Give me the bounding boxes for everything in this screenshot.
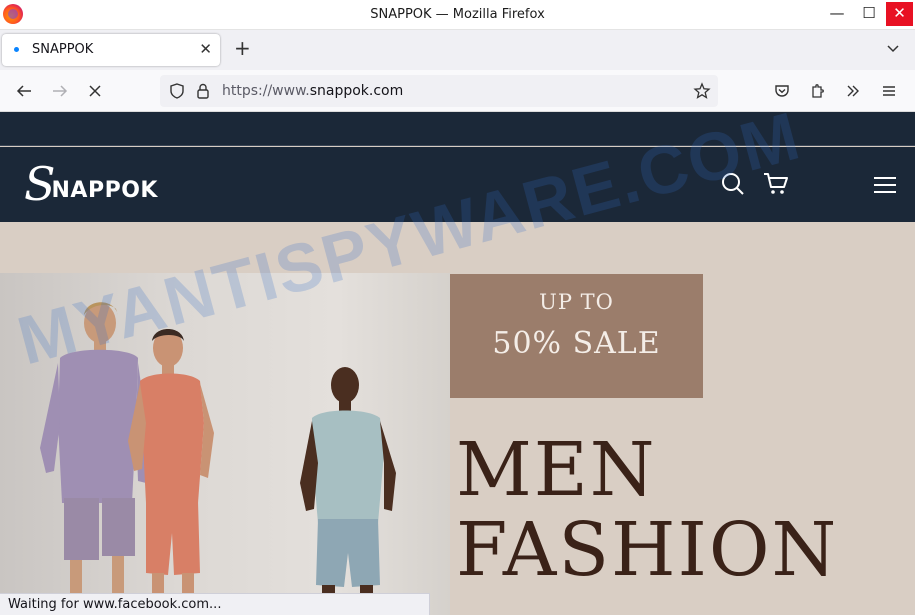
cart-icon[interactable] [762,171,790,197]
loading-indicator-icon [14,47,19,52]
sale-line-1: UP TO [539,290,614,314]
site-header: SNAPPOK [0,147,915,222]
navigation-toolbar: https://www.snappok.com [0,70,915,112]
hero-heading-line-1: MEN [456,427,657,513]
url-domain: snappok.com [309,83,404,99]
app-menu-button[interactable] [878,80,900,102]
new-tab-button[interactable]: + [234,37,251,59]
logo-wordmark: NAPPOK [51,178,158,203]
maximize-button[interactable]: ☐ [854,0,884,28]
chevrons-right-icon [847,85,859,97]
hero-photo[interactable] [0,273,450,615]
sale-promo-box[interactable]: UP TO 50% SALE [450,274,703,398]
tab-close-icon[interactable]: ✕ [199,40,212,58]
hero-banner[interactable]: UP TO 50% SALE MEN FASHION [0,222,915,615]
forward-arrow-icon [53,85,68,97]
stop-button[interactable] [84,80,106,102]
back-arrow-icon [16,85,31,97]
site-logo[interactable]: SNAPPOK [24,161,158,207]
address-bar[interactable]: https://www.snappok.com [160,75,718,107]
forward-button[interactable] [49,80,71,102]
lock-icon[interactable] [195,82,211,100]
stop-x-icon [89,85,101,97]
status-bar: Waiting for www.facebook.com... [0,593,430,615]
url-text[interactable]: https://www.snappok.com [222,83,403,99]
list-all-tabs-icon[interactable] [885,40,901,56]
tab-title: SNAPPOK [32,42,94,57]
search-icon[interactable] [720,171,746,197]
models-illustration [40,302,396,615]
puzzle-piece-icon [812,84,824,98]
window-titlebar: SNAPPOK — Mozilla Firefox — ☐ ✕ [0,0,915,30]
pocket-button[interactable] [771,80,793,102]
page-content: SNAPPOK UP TO 50% SALE MEN FASHION [0,112,915,615]
tab-snappok[interactable]: SNAPPOK ✕ [2,34,220,66]
close-window-button[interactable]: ✕ [886,2,913,26]
hamburger-menu-icon [883,86,895,96]
bookmark-star-icon[interactable] [693,82,711,100]
hero-heading-line-2: FASHION [456,507,839,593]
tab-strip: SNAPPOK ✕ + [0,30,915,70]
minimize-button[interactable]: — [822,0,852,28]
pocket-icon [775,85,789,97]
window-title: SNAPPOK — Mozilla Firefox [370,7,545,22]
more-tools-button[interactable] [842,80,864,102]
top-announcement-strip [0,112,915,146]
tracking-protection-shield-icon[interactable] [168,82,186,100]
url-scheme: https://www. [222,83,310,99]
back-button[interactable] [13,80,35,102]
extensions-button[interactable] [807,80,829,102]
site-menu-icon[interactable] [873,175,897,195]
sale-line-2: 50% SALE [492,326,661,361]
